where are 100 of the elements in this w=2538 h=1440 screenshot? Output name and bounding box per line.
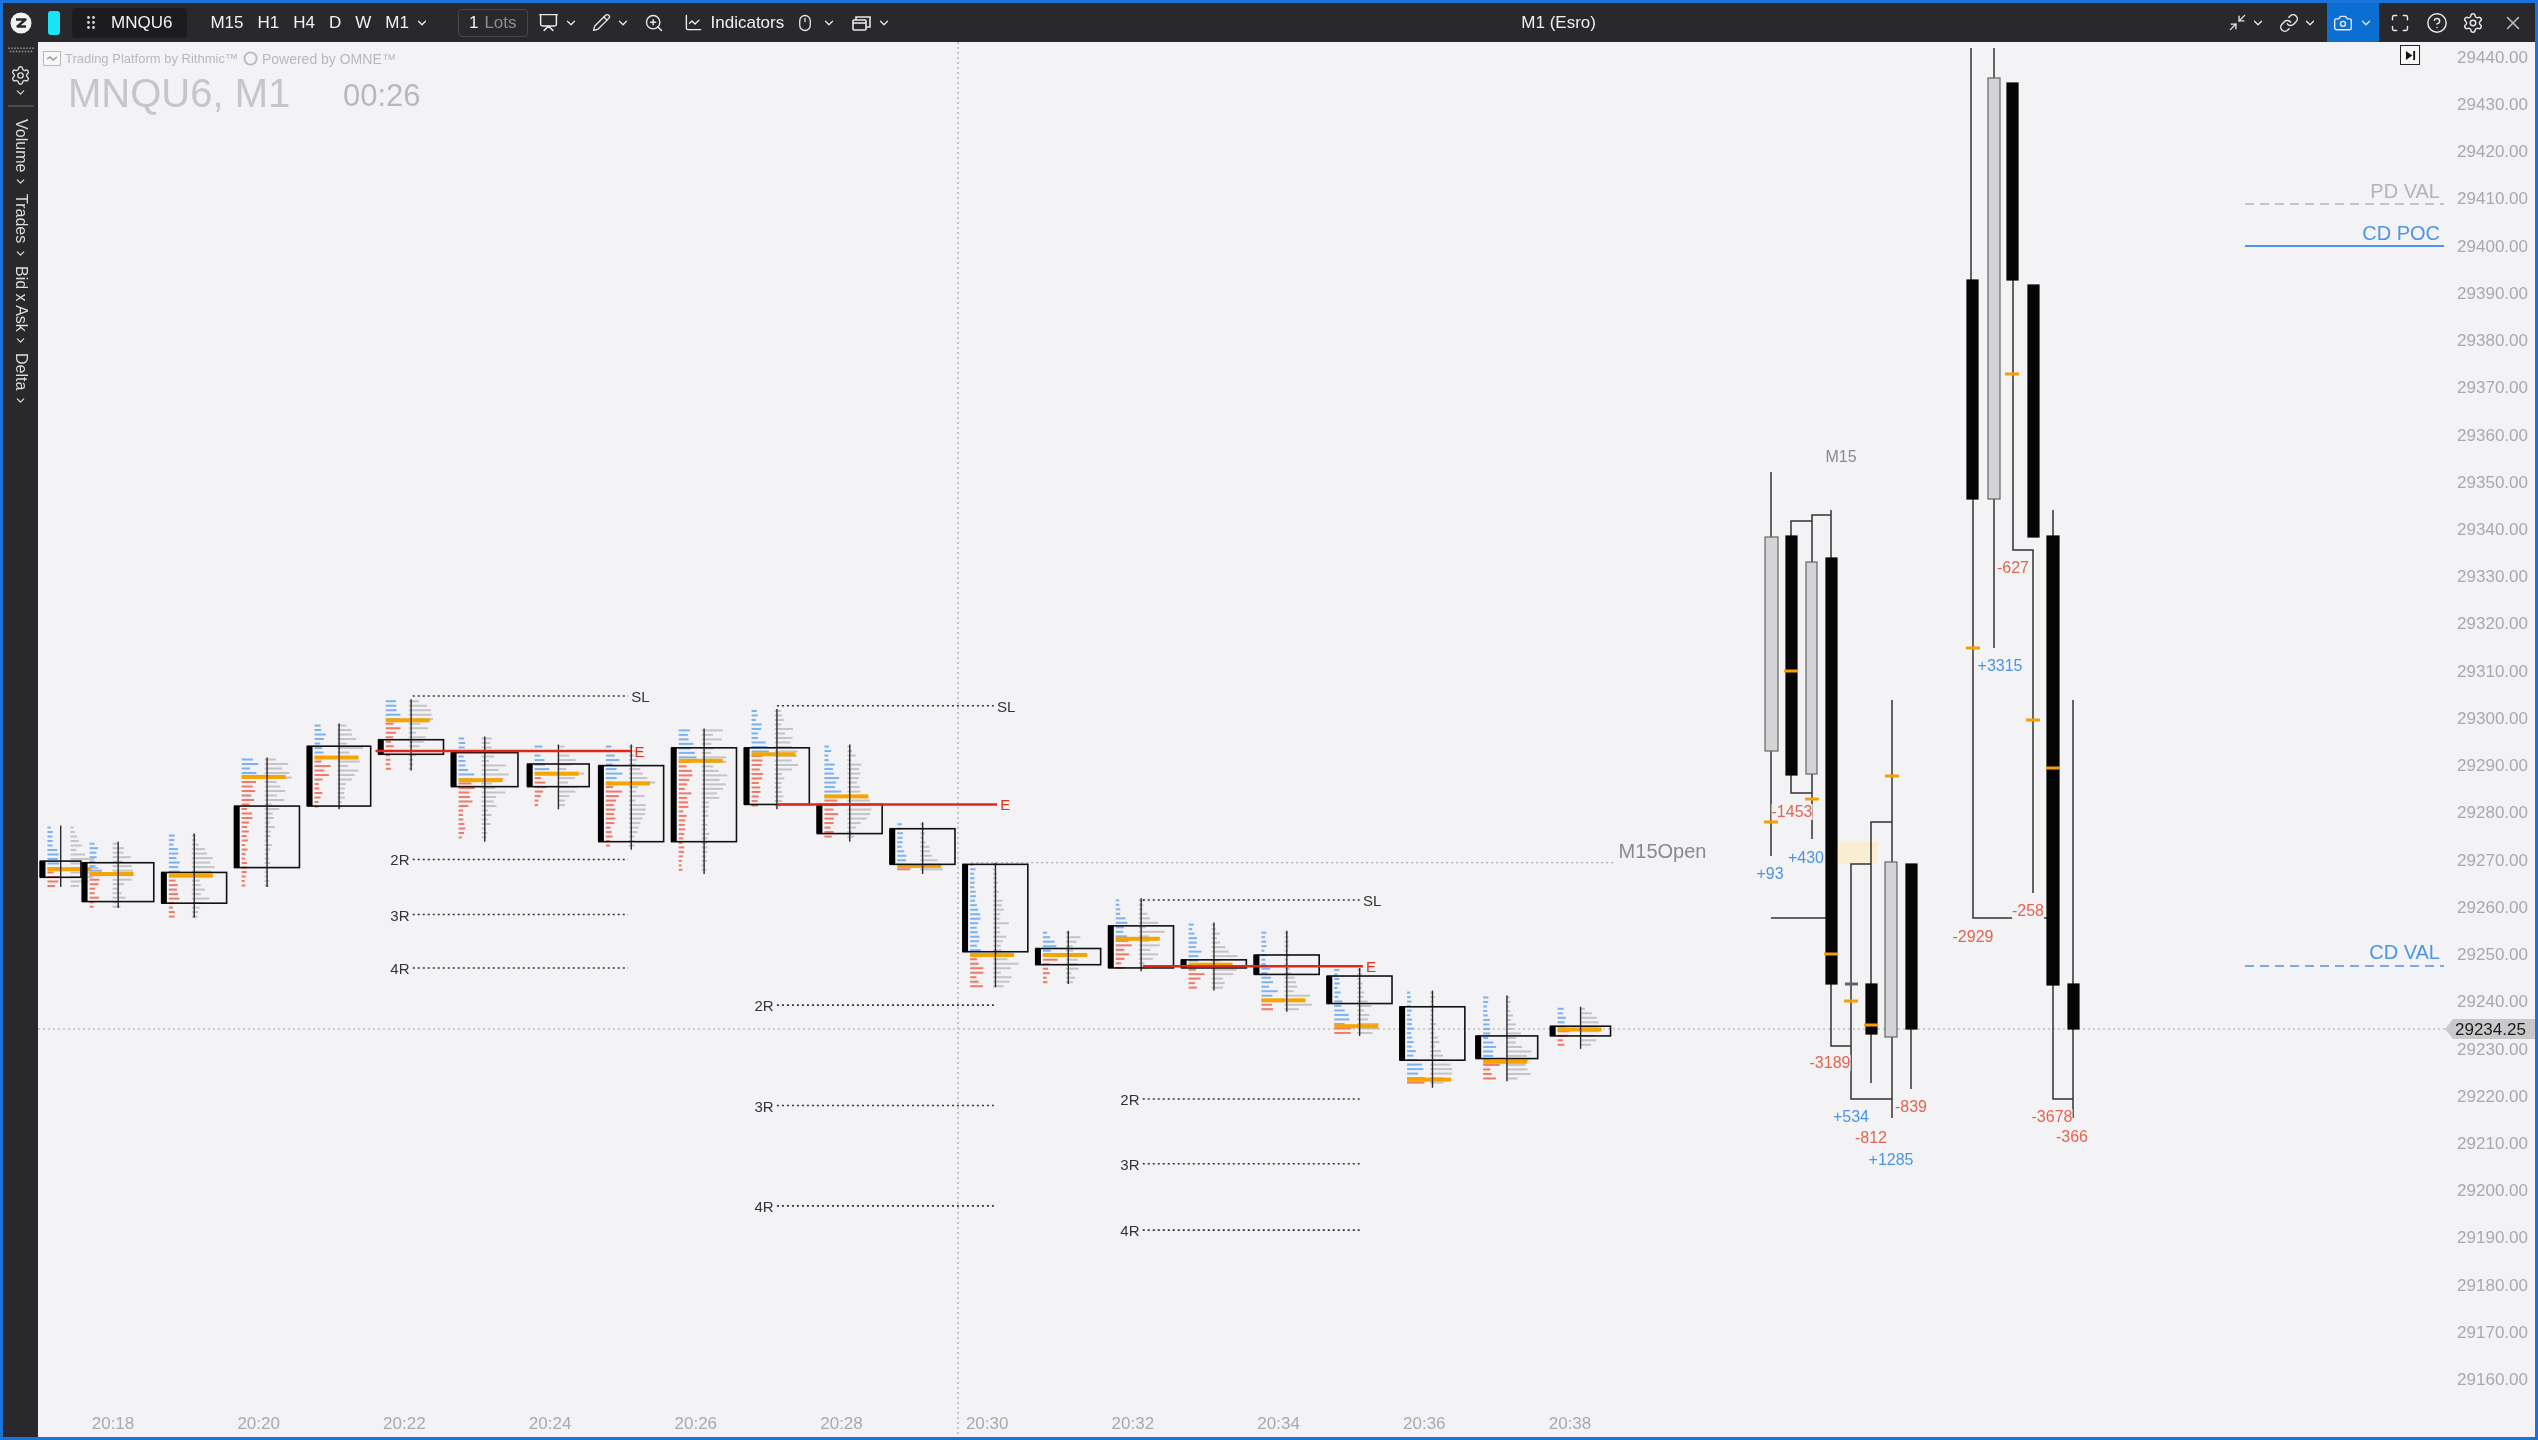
- time-axis-label: 20:34: [1257, 1414, 1300, 1432]
- bar-timer: 00:26: [343, 80, 421, 111]
- time-axis-label: 20:24: [528, 1414, 572, 1432]
- color-swatch-icon[interactable]: [48, 10, 60, 35]
- level-label: CD VAL: [2369, 942, 2440, 962]
- timeframe-button[interactable]: W: [348, 7, 379, 38]
- price-axis-label: 29230.00: [2457, 1040, 2528, 1057]
- entry-label: E: [634, 743, 645, 759]
- drag-handle-icon: [7, 47, 34, 53]
- target-label: 3R: [390, 907, 410, 922]
- price-axis-label: 29220.00: [2457, 1087, 2528, 1105]
- stop-loss-label: SL: [631, 688, 650, 704]
- price-axis-label: 29290.00: [2457, 756, 2528, 774]
- timeframe-button[interactable]: D: [321, 7, 349, 38]
- target-label: 4R: [390, 960, 410, 976]
- price-axis-label: 29440.00: [2457, 48, 2528, 66]
- mode-tab[interactable]: Trades: [12, 194, 29, 260]
- price-axis-label: 29390.00: [2457, 284, 2528, 302]
- price-axis-label: 29400.00: [2457, 237, 2528, 255]
- price-axis-label: 29280.00: [2457, 803, 2528, 821]
- time-axis-label: 20:18: [91, 1414, 135, 1432]
- timeframe-dropdown[interactable]: M1: [378, 7, 436, 38]
- price-axis-label: 29370.00: [2457, 378, 2528, 396]
- time-axis-label: 20:30: [965, 1414, 1009, 1432]
- time-axis-label: 20:26: [674, 1414, 718, 1432]
- symbol-selector[interactable]: MNQU6: [72, 7, 188, 38]
- entry-label: E: [1366, 958, 1377, 974]
- logo-icon: [43, 51, 61, 66]
- price-axis-label: 29180.00: [2457, 1276, 2528, 1294]
- price-axis-label: 29250.00: [2457, 945, 2528, 963]
- level-label: CD POC: [2362, 223, 2440, 243]
- price-axis-label: 29170.00: [2457, 1323, 2528, 1341]
- target-label: 2R: [754, 997, 774, 1013]
- price-axis-label: 29430.00: [2457, 95, 2528, 113]
- timeframe-button[interactable]: H1: [250, 7, 287, 38]
- time-axis-label: 20:36: [1403, 1414, 1446, 1432]
- price-axis-label: 29210.00: [2457, 1134, 2528, 1152]
- collapse-arrows-icon: [2228, 13, 2247, 32]
- link-icon: [2279, 12, 2299, 33]
- chart-line-icon: [683, 13, 703, 32]
- price-axis-label: 29190.00: [2457, 1228, 2528, 1246]
- zoom-in-icon: [643, 12, 664, 33]
- target-label: 4R: [754, 1198, 774, 1214]
- price-axis-label: 29270.00: [2457, 851, 2528, 869]
- price-axis-label: 29420.00: [2457, 142, 2528, 160]
- target-label: 2R: [1120, 1091, 1140, 1107]
- target-label: 3R: [1120, 1156, 1140, 1172]
- time-axis-label: 20:38: [1548, 1414, 1592, 1432]
- time-axis-label: 20:28: [820, 1414, 863, 1432]
- settings-icon: [10, 65, 31, 86]
- expand-icon: [2390, 12, 2410, 33]
- windows-icon: [852, 14, 872, 31]
- delta-value: -366: [2056, 1129, 2088, 1145]
- pencil-icon: [591, 13, 611, 32]
- price-axis-label: 29340.00: [2457, 520, 2528, 538]
- skip-forward-icon: [2404, 49, 2416, 61]
- entry-label: E: [1000, 796, 1011, 812]
- help-icon: [2426, 11, 2448, 34]
- window-title: M1 (Esro): [1521, 11, 1596, 34]
- price-axis-label: 29380.00: [2457, 331, 2528, 349]
- mode-tab[interactable]: Bid x Ask: [12, 265, 29, 348]
- delta-value: +1285: [1868, 1152, 1914, 1168]
- level-label: PD VAL: [2370, 181, 2440, 201]
- price-axis-label: 29200.00: [2457, 1181, 2528, 1199]
- price-axis-label: 29320.00: [2457, 614, 2528, 632]
- price-axis-label: 29330.00: [2457, 567, 2528, 585]
- price-axis-label: 29260.00: [2457, 898, 2528, 916]
- branding-text: Trading Platform by Rithmic™: [65, 52, 238, 65]
- price-axis-label: 29350.00: [2457, 473, 2528, 491]
- timeframe-button[interactable]: H4: [286, 7, 322, 38]
- price-axis-label: 29410.00: [2457, 189, 2528, 207]
- lots-field[interactable]: 1 Lots: [457, 8, 528, 37]
- time-axis-label: 20:20: [237, 1414, 280, 1432]
- price-axis-label: 29160.00: [2457, 1370, 2528, 1388]
- indicators-button[interactable]: Indicators: [681, 7, 787, 38]
- current-price-tag: 29234.25: [2445, 1019, 2535, 1039]
- ring-icon: [242, 51, 258, 66]
- stop-loss-label: SL: [997, 698, 1016, 714]
- mode-tab[interactable]: Delta: [12, 353, 29, 407]
- time-axis-label: 20:32: [1111, 1414, 1155, 1432]
- target-label: 3R: [754, 1098, 774, 1113]
- mode-tab[interactable]: Volume: [12, 119, 29, 189]
- screen-icon: [537, 12, 559, 33]
- time-axis-label: 20:22: [383, 1414, 426, 1432]
- target-label: 2R: [390, 852, 410, 867]
- powered-by-text: Powered by OMNE™: [261, 51, 396, 66]
- open-label: M15Open: [1618, 841, 1707, 862]
- timeframe-button[interactable]: M15: [203, 7, 251, 38]
- delta-value: -812: [1855, 1130, 1887, 1146]
- logo-icon: [10, 11, 32, 34]
- settings-icon: [2462, 11, 2484, 34]
- camera-menu-button[interactable]: [2327, 3, 2379, 42]
- scroll-to-end-button[interactable]: [2400, 45, 2420, 65]
- target-label: 4R: [1120, 1222, 1140, 1238]
- price-axis-label: 29300.00: [2457, 709, 2528, 727]
- price-axis-label: 29360.00: [2457, 426, 2528, 444]
- stop-loss-label: SL: [1362, 892, 1382, 908]
- price-axis-label: 29310.00: [2457, 662, 2528, 680]
- grip-icon: [87, 16, 95, 29]
- price-axis-label: 29240.00: [2457, 992, 2528, 1010]
